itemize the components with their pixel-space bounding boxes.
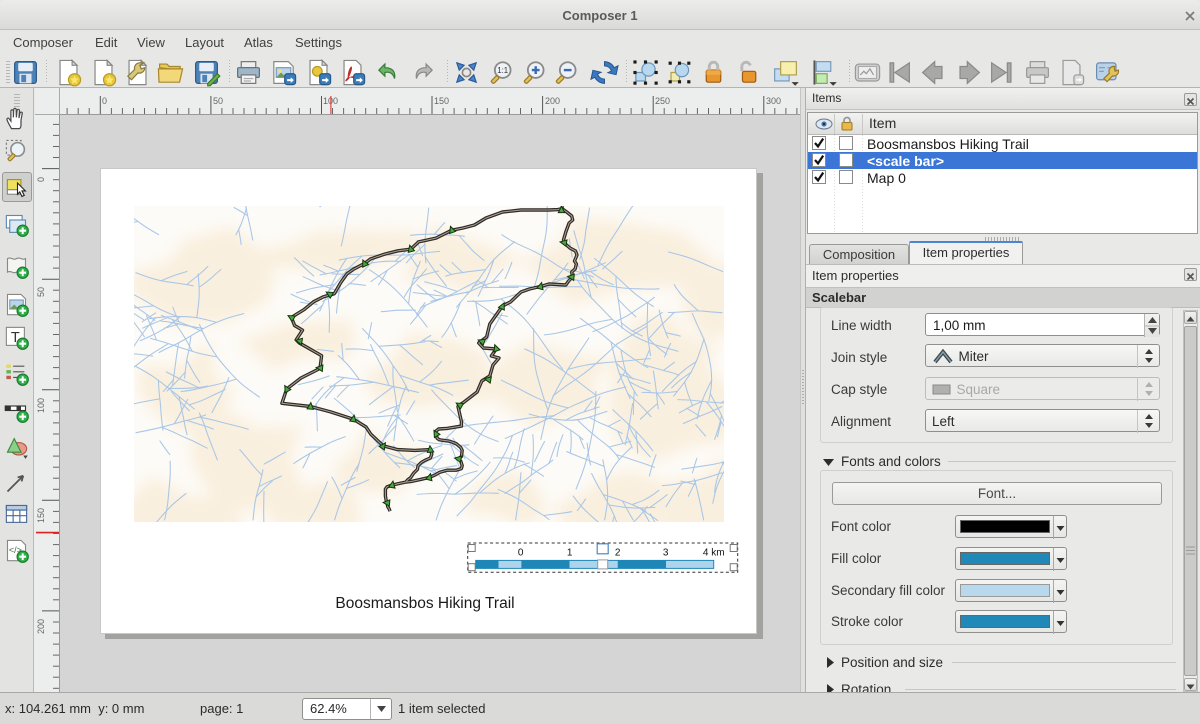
svg-text:2: 2 <box>615 547 621 558</box>
svg-text:4 km: 4 km <box>703 547 725 558</box>
svg-text:3: 3 <box>663 547 669 558</box>
svg-text:1: 1 <box>567 547 573 558</box>
svg-text:1:1: 1:1 <box>497 66 508 75</box>
svg-text:0: 0 <box>518 547 524 558</box>
